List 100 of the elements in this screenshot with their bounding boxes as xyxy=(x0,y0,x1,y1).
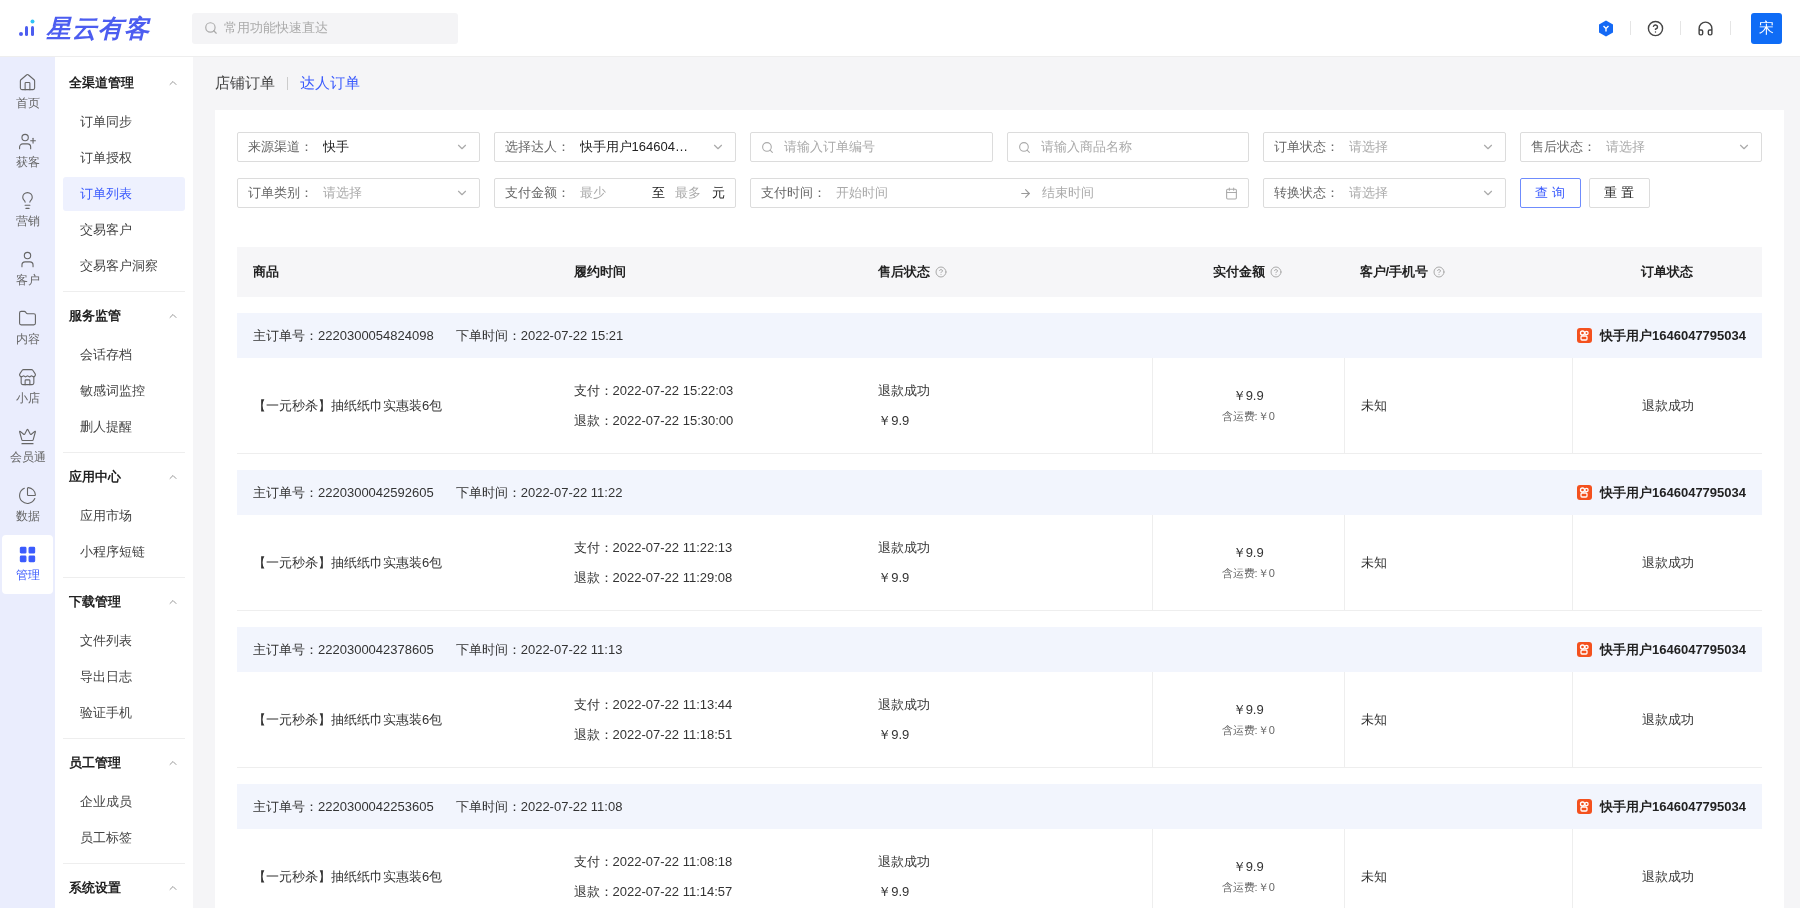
rail-item[interactable]: 营销 xyxy=(2,181,53,240)
pay-time: 支付：2022-07-22 11:13:44 xyxy=(573,695,733,714)
pay-time: 支付：2022-07-22 11:22:13 xyxy=(573,538,733,557)
crown-icon xyxy=(18,427,37,446)
customer: 未知 xyxy=(1360,396,1387,415)
order-time: 下单时间：2022-07-22 11:13 xyxy=(455,640,623,659)
tab[interactable]: 店铺订单 xyxy=(215,74,275,93)
after-sale-status: 退款成功 xyxy=(878,381,931,400)
menu-group-header[interactable]: 全渠道管理 xyxy=(63,63,185,103)
help-icon[interactable] xyxy=(1647,19,1664,37)
menu-item[interactable]: 订单授权 xyxy=(63,141,185,175)
menu-item[interactable]: 订单列表 xyxy=(63,177,185,211)
column-header: 商品 xyxy=(253,263,279,281)
field-label: 选择达人： xyxy=(504,138,570,156)
column-header: 客户/手机号 xyxy=(1359,263,1429,281)
paid-amount: ￥9.9 xyxy=(1232,701,1264,719)
select-field[interactable]: 售后状态： 请选择 xyxy=(1519,132,1762,162)
date-range-field[interactable]: 支付时间： 开始时间 结束时间 xyxy=(750,178,1249,208)
paid-amount: ￥9.9 xyxy=(1232,387,1264,405)
order-number: 主订单号：2220300042592605 xyxy=(253,483,434,502)
search-placeholder: 常用功能快速直达 xyxy=(224,19,328,37)
menu-item[interactable]: 会话存档 xyxy=(63,338,185,372)
search-icon xyxy=(204,21,218,35)
search-icon xyxy=(761,140,774,154)
query-button[interactable]: 查 询 xyxy=(1519,178,1581,208)
pay-time: 支付：2022-07-22 11:08:18 xyxy=(573,852,733,871)
select-field[interactable]: 订单状态： 请选择 xyxy=(1263,132,1506,162)
paid-amount: ￥9.9 xyxy=(1232,544,1264,562)
select-field[interactable]: 选择达人： 快手用户164604… xyxy=(493,132,736,162)
menu-group-header[interactable]: 应用中心 xyxy=(63,457,185,497)
order-time: 下单时间：2022-07-22 11:08 xyxy=(455,797,623,816)
refund-time: 退款：2022-07-22 11:14:57 xyxy=(573,882,733,901)
rail-item[interactable]: 首页 xyxy=(2,63,53,122)
user-icon xyxy=(18,250,37,269)
pay-time: 支付：2022-07-22 15:22:03 xyxy=(573,381,734,400)
column-header: 实付金额 xyxy=(1213,263,1266,281)
rail-item[interactable]: 获客 xyxy=(2,122,53,181)
menu-item[interactable]: 导出日志 xyxy=(63,660,185,694)
start-placeholder: 开始时间 xyxy=(836,184,889,202)
select-placeholder: 请选择 xyxy=(1349,184,1389,202)
tab[interactable]: 达人订单 xyxy=(300,74,360,93)
column-header: 售后状态 xyxy=(878,263,931,281)
logo-text: 星云有客 xyxy=(46,12,150,44)
shipping-fee: 含运费:￥0 xyxy=(1221,566,1275,581)
customer: 未知 xyxy=(1360,710,1387,729)
product-name: 【一元秒杀】抽纸纸巾实惠装6包 xyxy=(253,553,443,572)
menu-group-header[interactable]: 下载管理 xyxy=(63,582,185,622)
user-avatar[interactable]: 宋 xyxy=(1751,12,1782,44)
shop-logo-icon xyxy=(1577,485,1592,500)
menu-item[interactable]: 敏感词监控 xyxy=(63,374,185,408)
refund-time: 退款：2022-07-22 15:30:00 xyxy=(573,411,734,430)
search-placeholder: 请输入订单编号 xyxy=(784,138,876,156)
select-field[interactable]: 来源渠道： 快手 xyxy=(237,132,480,162)
select-value: 快手 xyxy=(323,138,350,156)
rail-item[interactable]: 客户 xyxy=(2,240,53,299)
menu-item[interactable]: 文件列表 xyxy=(63,624,185,658)
menu-item[interactable]: 删人提醒 xyxy=(63,410,185,444)
shop-name: 快手用户1646047795034 xyxy=(1600,326,1746,345)
product-name: 【一元秒杀】抽纸纸巾实惠装6包 xyxy=(253,710,443,729)
menu-group-header[interactable]: 服务监管 xyxy=(63,296,185,336)
menu-item[interactable]: 交易客户洞察 xyxy=(63,249,185,283)
rail-item[interactable]: 数据 xyxy=(2,476,53,535)
order-number: 主订单号：2220300042253605 xyxy=(253,797,434,816)
select-placeholder: 请选择 xyxy=(1605,138,1646,156)
menu-group-header[interactable]: 系统设置 xyxy=(63,868,185,908)
rail-item[interactable]: 会员通 xyxy=(2,417,53,476)
refund-time: 退款：2022-07-22 11:29:08 xyxy=(573,568,733,587)
select-field[interactable]: 订单类别： 请选择 xyxy=(237,178,480,208)
search-placeholder: 请输入商品名称 xyxy=(1040,138,1133,156)
order-status: 退款成功 xyxy=(1641,710,1694,729)
folder-icon xyxy=(18,309,37,328)
end-placeholder: 结束时间 xyxy=(1042,184,1095,202)
menu-group-header[interactable]: 员工管理 xyxy=(63,743,185,783)
select-field[interactable]: 转换状态： 请选择 xyxy=(1263,178,1506,208)
shop-name: 快手用户1646047795034 xyxy=(1600,483,1746,502)
menu-item[interactable]: 小程序短链 xyxy=(63,535,185,569)
column-header: 订单状态 xyxy=(1641,263,1694,281)
amount-range-field[interactable]: 支付金额： 最少 至 最多 元 xyxy=(493,178,736,208)
hexagon-badge-icon[interactable] xyxy=(1598,19,1614,37)
rail-item[interactable]: 小店 xyxy=(2,358,53,417)
menu-item[interactable]: 员工标签 xyxy=(63,821,185,855)
reset-button[interactable]: 重 置 xyxy=(1588,178,1650,208)
menu-item[interactable]: 企业成员 xyxy=(63,785,185,819)
menu-item[interactable]: 验证手机 xyxy=(63,696,185,730)
refund-amount: ￥9.9 xyxy=(878,411,910,430)
after-sale-status: 退款成功 xyxy=(878,695,931,714)
shop-name: 快手用户1646047795034 xyxy=(1600,797,1746,816)
min-placeholder: 最少 xyxy=(579,184,606,202)
after-sale-status: 退款成功 xyxy=(878,538,931,557)
field-label: 订单类别： xyxy=(248,184,313,202)
shop-logo-icon xyxy=(1577,799,1592,814)
shop-name: 快手用户1646047795034 xyxy=(1600,640,1746,659)
menu-item[interactable]: 订单同步 xyxy=(63,105,185,139)
rail-item[interactable]: 管理 xyxy=(2,535,53,594)
paid-amount: ￥9.9 xyxy=(1232,858,1264,876)
rail-item[interactable]: 内容 xyxy=(2,299,53,358)
headset-icon[interactable] xyxy=(1697,19,1714,37)
menu-item[interactable]: 应用市场 xyxy=(63,499,185,533)
order-number: 主订单号：2220300042378605 xyxy=(253,640,434,659)
menu-item[interactable]: 交易客户 xyxy=(63,213,185,247)
